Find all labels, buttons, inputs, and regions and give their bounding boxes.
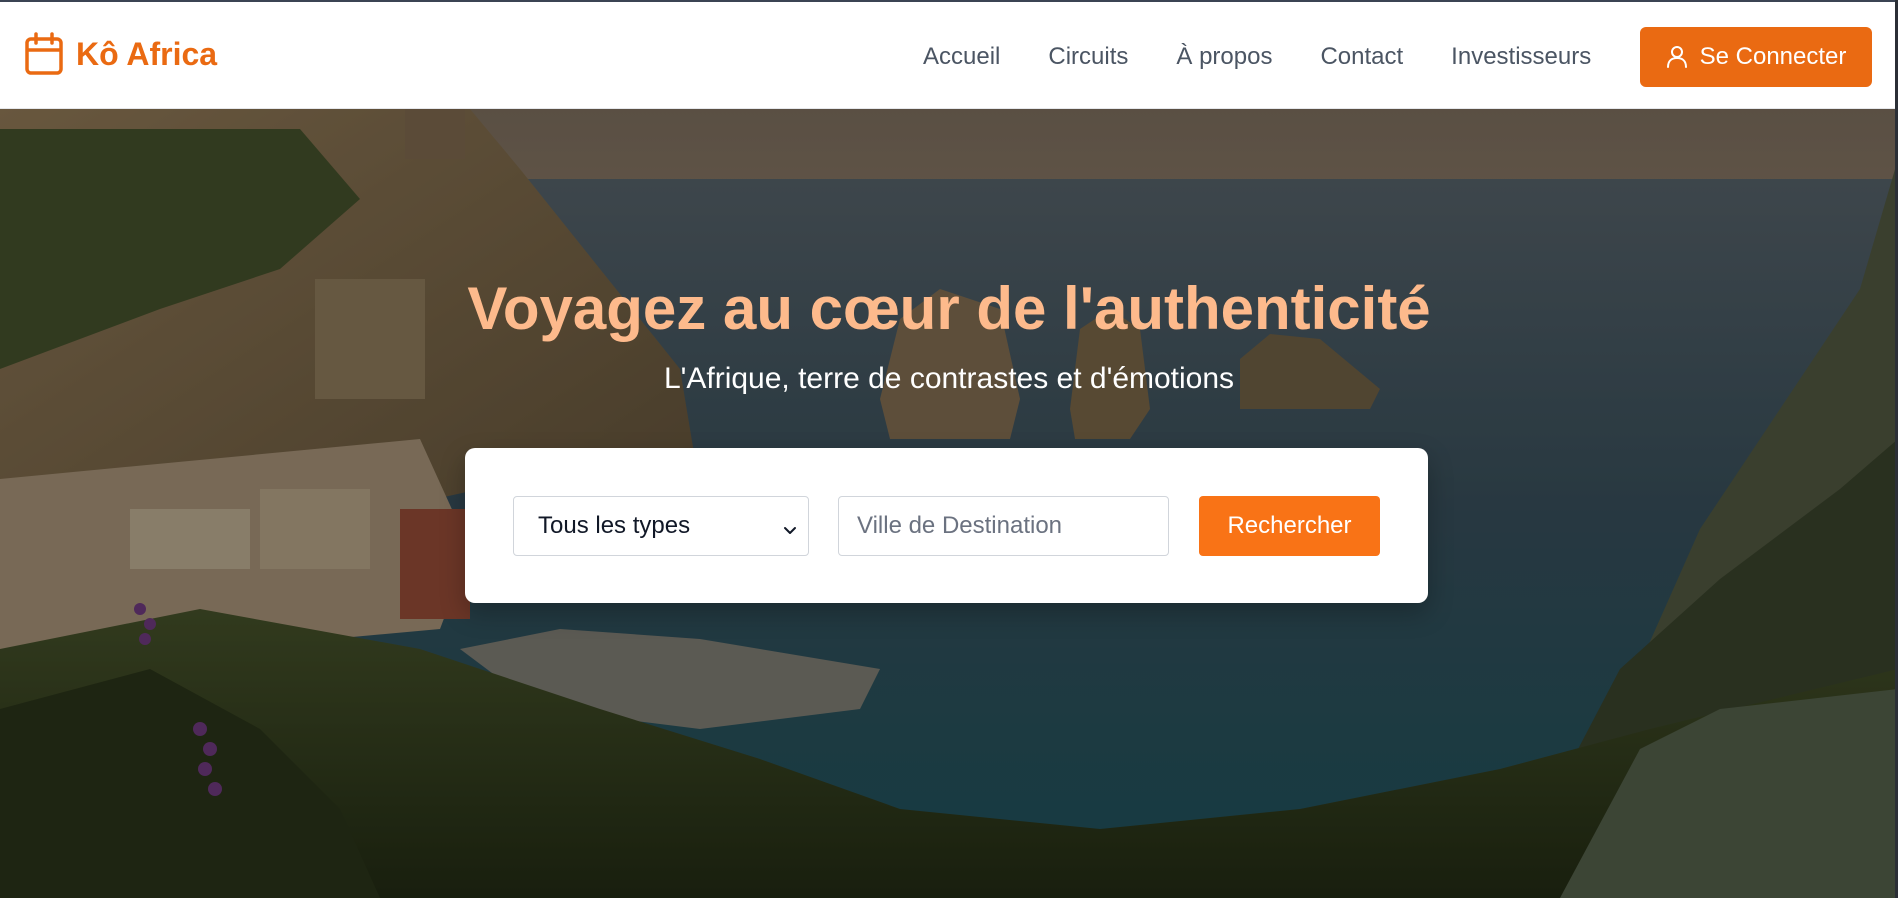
hero-subtitle: L'Afrique, terre de contrastes et d'émot…: [663, 362, 1235, 395]
calendar-icon: [24, 32, 64, 76]
site-header: Kô Africa Accueil Circuits À propos Cont…: [0, 0, 1898, 109]
login-label: Se Connecter: [1699, 43, 1847, 70]
user-icon: [1666, 45, 1688, 69]
hero-title: Voyagez au cœur de l'authenticité: [467, 275, 1431, 342]
type-select-value: Tous les types: [538, 512, 691, 539]
hero-section: Voyagez au cœur de l'authenticité L'Afri…: [0, 109, 1898, 898]
nav-link-contact[interactable]: Contact: [1320, 39, 1403, 75]
page: Kô Africa Accueil Circuits À propos Cont…: [0, 0, 1898, 898]
brand-name: Kô Africa: [76, 35, 218, 72]
brand-logo[interactable]: Kô Africa: [24, 32, 217, 76]
nav-link-investisseurs[interactable]: Investisseurs: [1451, 39, 1591, 75]
login-button[interactable]: Se Connecter: [1640, 27, 1872, 87]
type-select[interactable]: Tous les types: [513, 496, 809, 556]
search-button[interactable]: Rechercher: [1199, 496, 1380, 556]
nav-link-circuits[interactable]: Circuits: [1048, 39, 1128, 75]
destination-input[interactable]: [838, 496, 1169, 556]
nav-link-accueil[interactable]: Accueil: [923, 39, 1000, 75]
main-nav: Accueil Circuits À propos Contact Invest…: [923, 39, 1591, 75]
search-card: Tous les types Rechercher: [465, 448, 1428, 603]
nav-link-a-propos[interactable]: À propos: [1176, 39, 1272, 75]
chevron-down-icon: [782, 517, 798, 545]
